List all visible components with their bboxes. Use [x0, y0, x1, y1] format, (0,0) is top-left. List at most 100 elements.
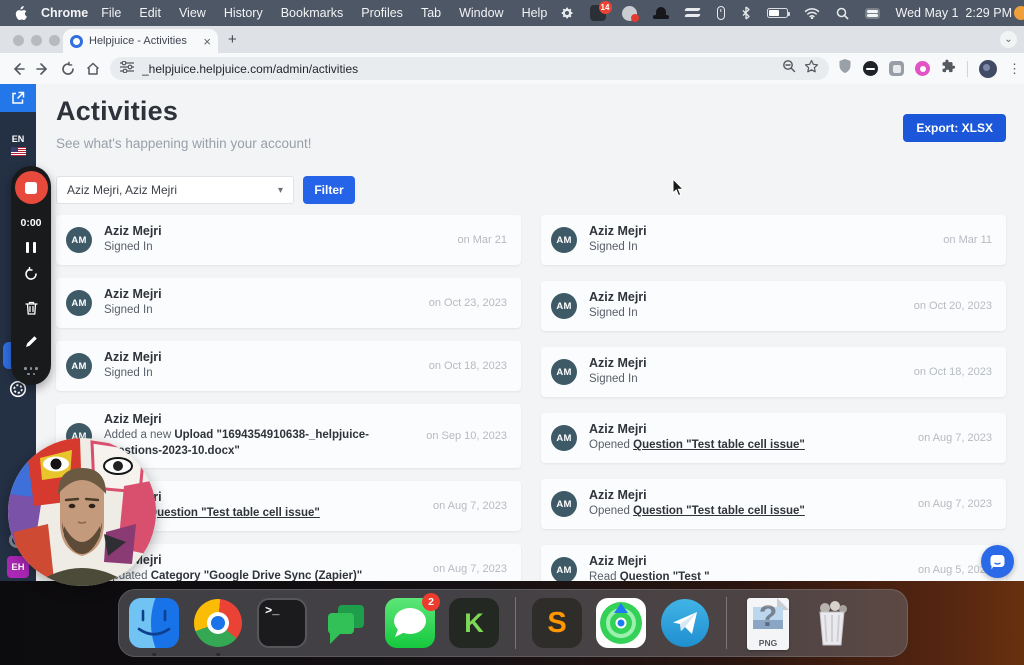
- activity-description: Signed In: [104, 304, 153, 317]
- bluetooth-icon[interactable]: [741, 6, 751, 20]
- page-subtitle: See what's happening within your account…: [56, 136, 312, 151]
- home-icon[interactable]: [85, 61, 101, 77]
- site-settings-icon[interactable]: [120, 60, 134, 78]
- url-bar[interactable]: _helpjuice.helpjuice.com/admin/activitie…: [110, 57, 829, 80]
- browser-menu-kebab-icon[interactable]: ⋮: [1008, 62, 1021, 75]
- menu-item-window[interactable]: Window: [459, 6, 503, 20]
- export-xlsx-button[interactable]: Export: XLSX: [903, 114, 1006, 142]
- mouse-battery-icon[interactable]: [716, 6, 725, 20]
- screen-record-status-icon[interactable]: [621, 5, 639, 22]
- wifi-icon[interactable]: [804, 7, 820, 19]
- activity-link[interactable]: Category "Google Drive Sync (Zapier)": [151, 570, 363, 581]
- reload-icon[interactable]: [60, 61, 76, 77]
- zoom-magnifier-icon[interactable]: [782, 59, 796, 78]
- window-controls[interactable]: [13, 34, 60, 46]
- forward-icon[interactable]: [35, 61, 51, 77]
- filter-button[interactable]: Filter: [303, 176, 355, 204]
- bookmark-star-icon[interactable]: [804, 59, 819, 79]
- menubar-clock[interactable]: Wed May 1 2:29 PM: [896, 6, 1013, 20]
- dock-trash-icon[interactable]: [807, 598, 857, 648]
- extensions-puzzle-icon[interactable]: [941, 59, 956, 79]
- external-link-icon: [12, 91, 25, 104]
- menu-app-name[interactable]: Chrome: [41, 6, 88, 20]
- menu-item-bookmarks[interactable]: Bookmarks: [281, 6, 344, 20]
- activity-date: on Aug 7, 2023: [917, 498, 992, 510]
- browser-tab[interactable]: Helpjuice - Activities ×: [63, 29, 218, 53]
- dark-circle-extension-icon[interactable]: [863, 61, 878, 76]
- dock-finder-icon[interactable]: [129, 598, 179, 656]
- toolbar-divider: [967, 60, 968, 77]
- avatar: AM: [551, 227, 577, 253]
- shield-extension-icon[interactable]: [838, 58, 852, 79]
- menu-item-tab[interactable]: Tab: [421, 6, 441, 20]
- activity-card: AM Aziz Mejri Signed In on Mar 21: [56, 215, 521, 265]
- tab-search-chevron-icon[interactable]: ⌄: [1000, 31, 1017, 48]
- profile-avatar[interactable]: [979, 59, 997, 78]
- pen-icon[interactable]: [24, 334, 39, 354]
- dock-messages-icon[interactable]: 2: [385, 593, 440, 648]
- dock-findmy-icon[interactable]: [596, 598, 646, 648]
- stop-recording-button[interactable]: [14, 171, 48, 204]
- activity-description: Signed In: [104, 241, 153, 254]
- activity-link[interactable]: Question "Test table cell issue": [148, 507, 320, 519]
- activity-description: Signed In: [589, 241, 638, 254]
- avatar: AM: [66, 353, 92, 379]
- activity-date: on Oct 23, 2023: [428, 297, 507, 309]
- pink-extension-icon[interactable]: [915, 61, 930, 76]
- dock-google-chat-icon[interactable]: [321, 598, 371, 648]
- us-flag-icon: [10, 147, 26, 156]
- dock-terminal-icon[interactable]: >_: [257, 598, 307, 648]
- webcam-bubble[interactable]: [8, 438, 156, 586]
- tab-title: Helpjuice - Activities: [89, 35, 187, 47]
- menu-item-file[interactable]: File: [101, 6, 121, 20]
- activity-list: AM Aziz Mejri Signed In on Mar 21 AM Azi…: [56, 215, 1006, 581]
- chat-launcher-button[interactable]: [981, 545, 1014, 578]
- activity-user: Aziz Mejri: [589, 224, 647, 239]
- menu-lines-icon[interactable]: [683, 8, 701, 18]
- activity-link[interactable]: Question "Test table cell issue": [633, 439, 805, 451]
- language-label: EN: [11, 134, 25, 144]
- menu-item-history[interactable]: History: [224, 6, 263, 20]
- activity-description: Added a new Upload "1694354910638-_helpj…: [104, 429, 370, 457]
- open-external-button[interactable]: [0, 84, 36, 112]
- more-options-icon[interactable]: [24, 367, 38, 376]
- back-icon[interactable]: [10, 61, 26, 77]
- recording-timer: 0:00: [20, 217, 42, 229]
- menu-item-profiles[interactable]: Profiles: [361, 6, 403, 20]
- dock-kap-icon[interactable]: K: [449, 598, 499, 648]
- dock-chrome-icon[interactable]: [193, 598, 243, 656]
- spotlight-search-icon[interactable]: [836, 7, 849, 20]
- trash-icon[interactable]: [24, 300, 39, 321]
- battery-icon[interactable]: [766, 8, 790, 18]
- dock-sublime-icon[interactable]: S: [532, 598, 582, 648]
- update-badge: 14: [598, 1, 612, 14]
- menu-item-view[interactable]: View: [179, 6, 206, 20]
- mouse-cursor: [672, 177, 685, 202]
- control-center-icon[interactable]: [864, 7, 880, 19]
- menu-item-help[interactable]: Help: [522, 6, 548, 20]
- dock-png-file-icon[interactable]: ? PNG: [743, 598, 793, 650]
- app-update-icon[interactable]: 14: [589, 1, 612, 21]
- apple-menu-icon[interactable]: [14, 5, 27, 21]
- activity-user: Aziz Mejri: [104, 553, 162, 568]
- activity-date: on Aug 7, 2023: [917, 432, 992, 444]
- activity-date: on Oct 18, 2023: [428, 360, 507, 372]
- dock-telegram-icon[interactable]: [660, 598, 710, 648]
- user-filter-select[interactable]: Aziz Mejri, Aziz Mejri ▾: [56, 176, 294, 204]
- menu-item-edit[interactable]: Edit: [139, 6, 161, 20]
- tab-close-icon[interactable]: ×: [203, 35, 211, 48]
- macos-menubar: Chrome File Edit View History Bookmarks …: [0, 0, 1024, 26]
- boxed-extension-icon[interactable]: [889, 61, 904, 76]
- new-tab-icon[interactable]: +: [228, 31, 237, 48]
- activity-user: Aziz Mejri: [104, 350, 162, 365]
- language-switcher[interactable]: EN: [0, 134, 36, 156]
- url-text[interactable]: _helpjuice.helpjuice.com/admin/activitie…: [142, 62, 774, 76]
- screen: Chrome File Edit View History Bookmarks …: [0, 0, 1024, 665]
- gear-icon[interactable]: [560, 6, 574, 20]
- bartender-hat-icon[interactable]: [652, 7, 669, 19]
- restart-icon[interactable]: [23, 266, 39, 287]
- activity-link[interactable]: Question "Test ": [620, 571, 710, 581]
- pause-icon[interactable]: [26, 242, 36, 253]
- activity-date: on Mar 11: [943, 234, 992, 246]
- activity-link[interactable]: Question "Test table cell issue": [633, 505, 805, 517]
